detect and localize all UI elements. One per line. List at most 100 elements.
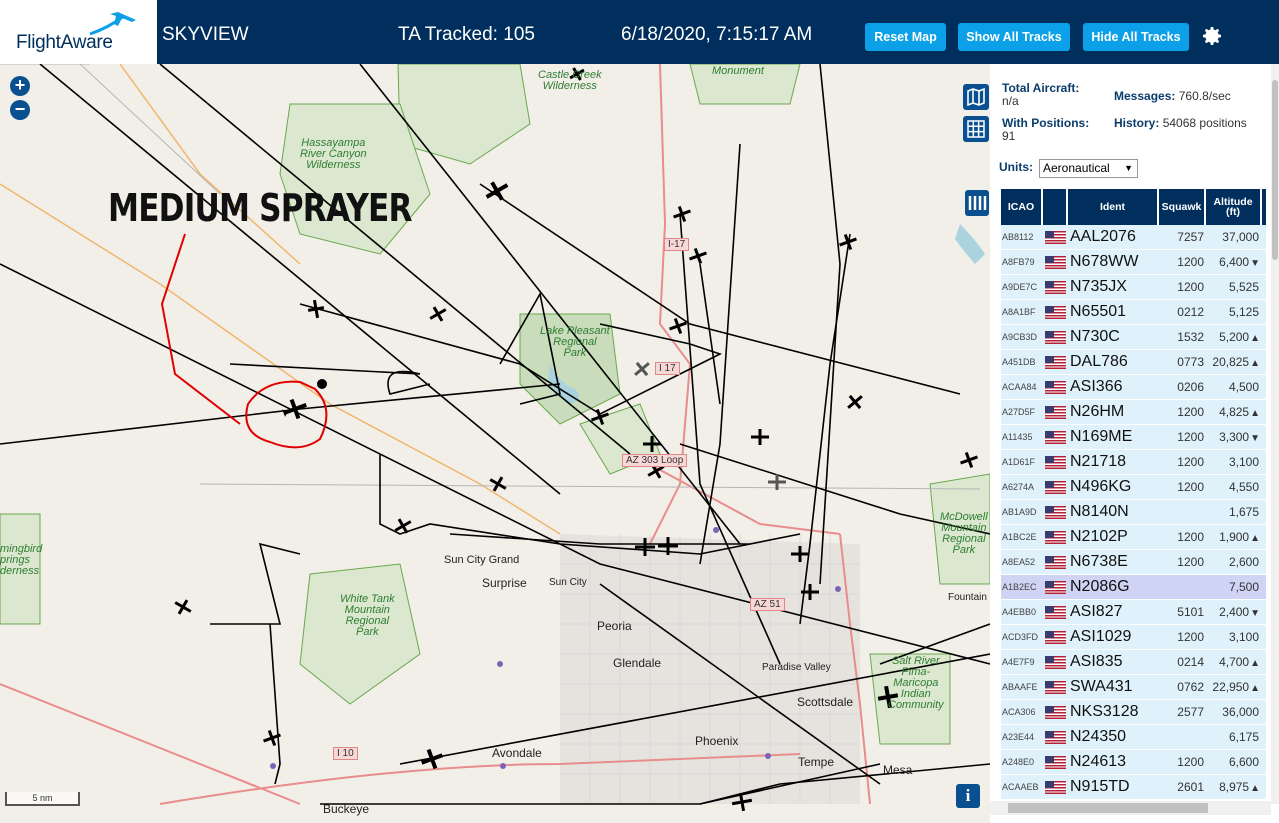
flightaware-logo[interactable]: FlightAware: [0, 0, 157, 64]
shield-az51: AZ 51: [750, 598, 785, 611]
table-row[interactable]: ACAAEB N915TD 2601 8,975▲: [1001, 775, 1266, 800]
zoom-out-button[interactable]: −: [10, 100, 30, 120]
table-row[interactable]: A1B2EC N2086G 7,500: [1001, 575, 1266, 600]
us-flag-icon: [1043, 305, 1068, 319]
table-row[interactable]: A8FB79 N678WW 1200 6,400▼: [1001, 250, 1266, 275]
col-squawk[interactable]: Squawk: [1159, 189, 1206, 225]
row-altitude: 8,975▲: [1206, 780, 1262, 794]
row-squawk: 1200: [1177, 755, 1204, 769]
columns-icon: [968, 196, 987, 210]
info-button[interactable]: i: [956, 784, 980, 808]
zoom-in-button[interactable]: +: [10, 76, 30, 96]
city-tempe: Tempe: [798, 755, 835, 769]
row-icao: A4E7F9: [1002, 657, 1035, 667]
col-ident[interactable]: Ident: [1068, 189, 1159, 225]
row-icao: A8EA52: [1002, 557, 1036, 567]
row-ident: ASI366: [1070, 378, 1123, 395]
col-altitude-label: Altitude (ft): [1213, 196, 1253, 218]
shield-i17: I 17: [655, 362, 680, 375]
units-select[interactable]: Aeronautical ▼: [1039, 159, 1138, 178]
row-altitude: 2,400▼: [1206, 605, 1262, 619]
row-squawk: 0206: [1177, 380, 1204, 394]
us-flag-icon: [1043, 380, 1068, 394]
city-glendale: Glendale: [613, 656, 662, 670]
grid-icon: [967, 120, 985, 138]
table-row[interactable]: A11435 N169ME 1200 3,300▼: [1001, 425, 1266, 450]
table-row[interactable]: A451DB DAL786 0773 20,825▲: [1001, 350, 1266, 375]
table-row[interactable]: ACAA84 ASI366 0206 4,500: [1001, 375, 1266, 400]
map-canvas[interactable]: [0, 64, 990, 823]
row-ident: SWA431: [1070, 678, 1133, 695]
table-row[interactable]: A6274A N496KG 1200 4,550: [1001, 475, 1266, 500]
altitude-trend-icon: ▲: [1250, 683, 1260, 694]
row-squawk: 1200: [1177, 555, 1204, 569]
horizontal-scrollbar-thumb[interactable]: [1008, 803, 1208, 813]
column-toggle-button[interactable]: [965, 190, 989, 216]
row-altitude: 4,825▲: [1206, 405, 1262, 419]
city-phoenix: Phoenix: [695, 734, 739, 748]
us-flag-icon: [1043, 430, 1068, 444]
table-row[interactable]: ABAAFE SWA431 0762 22,950▲: [1001, 675, 1266, 700]
table-row[interactable]: A1D61F N21718 1200 3,100: [1001, 450, 1266, 475]
row-altitude-value: 1,900: [1219, 530, 1250, 544]
table-row[interactable]: A23E44 N24350 6,175: [1001, 725, 1266, 750]
table-row[interactable]: A8EA52 N6738E 1200 2,600: [1001, 550, 1266, 575]
row-altitude-value: 1,675: [1228, 505, 1259, 519]
table-row[interactable]: AB8112 AAL2076 7257 37,000: [1001, 225, 1266, 250]
table-row[interactable]: ACD3FD ASI1029 1200 3,100: [1001, 625, 1266, 650]
gear-icon[interactable]: [1200, 24, 1224, 48]
row-ident: N8140N: [1070, 503, 1129, 520]
altitude-trend-icon: ▲: [1250, 358, 1260, 369]
reset-map-button[interactable]: Reset Map: [865, 23, 946, 51]
table-row[interactable]: A4EBB0 ASI827 5101 2,400▼: [1001, 600, 1266, 625]
row-icao: ACAAEB: [1002, 782, 1039, 792]
vertical-scrollbar-thumb[interactable]: [1272, 80, 1278, 260]
city-surprise: Surprise: [482, 576, 527, 590]
show-all-tracks-button[interactable]: Show All Tracks: [958, 23, 1070, 51]
clock: 6/18/2020, 7:15:17 AM: [621, 24, 813, 45]
row-altitude: 5,525: [1206, 280, 1262, 294]
row-icao: ACAA84: [1002, 382, 1037, 392]
table-row[interactable]: A1BC2E N2102P 1200 1,900▲: [1001, 525, 1266, 550]
row-altitude: 3,100: [1206, 455, 1262, 469]
row-ident: ASI1029: [1070, 628, 1132, 645]
table-row[interactable]: A4E7F9 ASI835 0214 4,700▲: [1001, 650, 1266, 675]
table-row[interactable]: AB1A9D N8140N 1,675: [1001, 500, 1266, 525]
us-flag-icon: [1043, 255, 1068, 269]
map-layers-button[interactable]: [963, 84, 989, 110]
row-icao: A6274A: [1002, 482, 1035, 492]
table-row[interactable]: A8A1BF N65501 0212 5,125: [1001, 300, 1266, 325]
map-view[interactable]: + − i 5 nm MEDIUM SPRAYER Castle Creek W…: [0, 64, 990, 823]
row-ident: NKS3128: [1070, 703, 1139, 720]
row-ident: ASI827: [1070, 603, 1123, 620]
row-altitude: 20,825▲: [1206, 355, 1262, 369]
row-squawk: 1200: [1177, 430, 1204, 444]
table-row[interactable]: ACA306 NKS3128 2577 36,000: [1001, 700, 1266, 725]
row-ident: DAL786: [1070, 353, 1128, 370]
place-hassayampa: Hassayampa River Canyon Wilderness: [300, 137, 367, 171]
row-squawk: 0214: [1177, 655, 1204, 669]
col-flag[interactable]: [1043, 189, 1068, 225]
us-flag-icon: [1043, 780, 1068, 794]
altitude-trend-icon: ▼: [1250, 608, 1260, 619]
row-altitude-value: 22,950: [1212, 680, 1250, 694]
row-squawk: 7257: [1177, 230, 1204, 244]
hide-all-tracks-button[interactable]: Hide All Tracks: [1083, 23, 1189, 51]
table-row[interactable]: A9CB3D N730C 1532 5,200▲: [1001, 325, 1266, 350]
row-icao: A9CB3D: [1002, 332, 1038, 342]
table-row[interactable]: A248E0 N24613 1200 6,600: [1001, 750, 1266, 775]
altitude-trend-icon: ▼: [1250, 258, 1260, 269]
col-altitude[interactable]: Altitude (ft): [1206, 189, 1262, 225]
us-flag-icon: [1043, 530, 1068, 544]
us-flag-icon: [1043, 580, 1068, 594]
brand-name: FlightAware: [16, 32, 113, 53]
row-altitude: 4,500: [1206, 380, 1262, 394]
table-row[interactable]: A27D5F N26HM 1200 4,825▲: [1001, 400, 1266, 425]
row-ident: ASI835: [1070, 653, 1123, 670]
table-row[interactable]: A9DE7C N735JX 1200 5,525: [1001, 275, 1266, 300]
city-scottsdale: Scottsdale: [797, 695, 854, 709]
stat-label: Messages:: [1114, 89, 1176, 103]
aircraft-panel: Total Aircraft: n/a With Positions: 91 M…: [990, 64, 1279, 823]
col-icao[interactable]: ICAO: [1001, 189, 1043, 225]
range-grid-button[interactable]: [963, 116, 989, 142]
